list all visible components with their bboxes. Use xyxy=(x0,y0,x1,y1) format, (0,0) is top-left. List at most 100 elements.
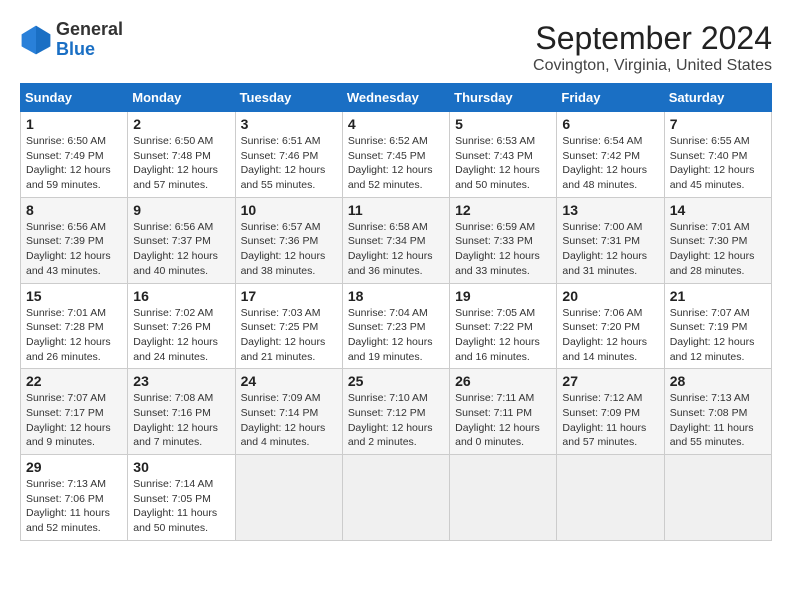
day-number: 6 xyxy=(562,116,658,132)
logo-icon xyxy=(20,24,52,56)
calendar-cell: 23Sunrise: 7:08 AM Sunset: 7:16 PM Dayli… xyxy=(128,369,235,455)
day-content: Sunrise: 7:10 AM Sunset: 7:12 PM Dayligh… xyxy=(348,391,444,450)
day-content: Sunrise: 7:14 AM Sunset: 7:05 PM Dayligh… xyxy=(133,477,229,536)
day-content: Sunrise: 6:51 AM Sunset: 7:46 PM Dayligh… xyxy=(241,134,337,193)
day-of-week-header: Wednesday xyxy=(342,84,449,112)
calendar-cell: 28Sunrise: 7:13 AM Sunset: 7:08 PM Dayli… xyxy=(664,369,771,455)
day-content: Sunrise: 7:02 AM Sunset: 7:26 PM Dayligh… xyxy=(133,306,229,365)
day-content: Sunrise: 7:13 AM Sunset: 7:06 PM Dayligh… xyxy=(26,477,122,536)
calendar-cell: 20 Sunrise: 7:06 AM Sunset: 7:20 PM Dayli… xyxy=(557,283,664,369)
calendar-cell: 14 Sunrise: 7:01 AM Sunset: 7:30 PM Dayli… xyxy=(664,197,771,283)
calendar-week-row: 15 Sunrise: 7:01 AM Sunset: 7:28 PM Dayli… xyxy=(21,283,772,369)
calendar-cell xyxy=(342,455,449,541)
day-number: 2 xyxy=(133,116,229,132)
calendar-cell: 12 Sunrise: 6:59 AM Sunset: 7:33 PM Dayli… xyxy=(450,197,557,283)
calendar-cell: 9Sunrise: 6:56 AM Sunset: 7:37 PM Daylig… xyxy=(128,197,235,283)
day-content: Sunrise: 7:13 AM Sunset: 7:08 PM Dayligh… xyxy=(670,391,766,450)
calendar-cell: 7 Sunrise: 6:55 AM Sunset: 7:40 PM Daylig… xyxy=(664,112,771,198)
day-content: Sunrise: 7:12 AM Sunset: 7:09 PM Dayligh… xyxy=(562,391,658,450)
day-content: Sunrise: 7:01 AM Sunset: 7:30 PM Dayligh… xyxy=(670,220,766,279)
day-content: Sunrise: 7:04 AM Sunset: 7:23 PM Dayligh… xyxy=(348,306,444,365)
day-content: Sunrise: 6:59 AM Sunset: 7:33 PM Dayligh… xyxy=(455,220,551,279)
calendar-cell: 17 Sunrise: 7:03 AM Sunset: 7:25 PM Dayli… xyxy=(235,283,342,369)
calendar-cell xyxy=(235,455,342,541)
calendar-cell: 4 Sunrise: 6:52 AM Sunset: 7:45 PM Daylig… xyxy=(342,112,449,198)
day-content: Sunrise: 6:56 AM Sunset: 7:39 PM Dayligh… xyxy=(26,220,122,279)
page-title: September 2024 xyxy=(533,20,772,57)
day-number: 5 xyxy=(455,116,551,132)
day-number: 16 xyxy=(133,288,229,304)
calendar-cell xyxy=(664,455,771,541)
day-number: 23 xyxy=(133,373,229,389)
page-header: General Blue September 2024 Covington, V… xyxy=(20,20,772,75)
calendar-cell: 13Sunrise: 7:00 AM Sunset: 7:31 PM Dayli… xyxy=(557,197,664,283)
day-content: Sunrise: 6:55 AM Sunset: 7:40 PM Dayligh… xyxy=(670,134,766,193)
calendar-cell: 3 Sunrise: 6:51 AM Sunset: 7:46 PM Daylig… xyxy=(235,112,342,198)
calendar-table: SundayMondayTuesdayWednesdayThursdayFrid… xyxy=(20,83,772,541)
day-of-week-header: Tuesday xyxy=(235,84,342,112)
day-number: 4 xyxy=(348,116,444,132)
day-number: 7 xyxy=(670,116,766,132)
day-content: Sunrise: 6:50 AM Sunset: 7:49 PM Dayligh… xyxy=(26,134,122,193)
calendar-cell: 19Sunrise: 7:05 AM Sunset: 7:22 PM Dayli… xyxy=(450,283,557,369)
day-number: 3 xyxy=(241,116,337,132)
calendar-cell: 27 Sunrise: 7:12 AM Sunset: 7:09 PM Dayli… xyxy=(557,369,664,455)
day-of-week-header: Sunday xyxy=(21,84,128,112)
day-number: 8 xyxy=(26,202,122,218)
day-number: 12 xyxy=(455,202,551,218)
day-number: 14 xyxy=(670,202,766,218)
calendar-cell: 11Sunrise: 6:58 AM Sunset: 7:34 PM Dayli… xyxy=(342,197,449,283)
day-number: 30 xyxy=(133,459,229,475)
day-number: 1 xyxy=(26,116,122,132)
day-of-week-header: Saturday xyxy=(664,84,771,112)
day-content: Sunrise: 7:01 AM Sunset: 7:28 PM Dayligh… xyxy=(26,306,122,365)
calendar-cell: 26Sunrise: 7:11 AM Sunset: 7:11 PM Dayli… xyxy=(450,369,557,455)
day-number: 18 xyxy=(348,288,444,304)
day-content: Sunrise: 7:07 AM Sunset: 7:19 PM Dayligh… xyxy=(670,306,766,365)
day-number: 17 xyxy=(241,288,337,304)
day-content: Sunrise: 6:54 AM Sunset: 7:42 PM Dayligh… xyxy=(562,134,658,193)
day-number: 27 xyxy=(562,373,658,389)
calendar-week-row: 8 Sunrise: 6:56 AM Sunset: 7:39 PM Daylig… xyxy=(21,197,772,283)
calendar-cell: 5 Sunrise: 6:53 AM Sunset: 7:43 PM Daylig… xyxy=(450,112,557,198)
logo: General Blue xyxy=(20,20,123,60)
day-number: 24 xyxy=(241,373,337,389)
calendar-cell: 1 Sunrise: 6:50 AM Sunset: 7:49 PM Daylig… xyxy=(21,112,128,198)
logo-text: General Blue xyxy=(56,20,123,60)
calendar-week-row: 29 Sunrise: 7:13 AM Sunset: 7:06 PM Dayli… xyxy=(21,455,772,541)
day-content: Sunrise: 6:52 AM Sunset: 7:45 PM Dayligh… xyxy=(348,134,444,193)
day-number: 15 xyxy=(26,288,122,304)
calendar-cell: 2Sunrise: 6:50 AM Sunset: 7:48 PM Daylig… xyxy=(128,112,235,198)
day-number: 13 xyxy=(562,202,658,218)
calendar-cell: 18 Sunrise: 7:04 AM Sunset: 7:23 PM Dayli… xyxy=(342,283,449,369)
day-content: Sunrise: 7:11 AM Sunset: 7:11 PM Dayligh… xyxy=(455,391,551,450)
day-content: Sunrise: 6:56 AM Sunset: 7:37 PM Dayligh… xyxy=(133,220,229,279)
day-number: 21 xyxy=(670,288,766,304)
day-content: Sunrise: 6:53 AM Sunset: 7:43 PM Dayligh… xyxy=(455,134,551,193)
calendar-header-row: SundayMondayTuesdayWednesdayThursdayFrid… xyxy=(21,84,772,112)
calendar-cell xyxy=(557,455,664,541)
title-block: September 2024 Covington, Virginia, Unit… xyxy=(533,20,772,75)
calendar-cell: 25 Sunrise: 7:10 AM Sunset: 7:12 PM Dayli… xyxy=(342,369,449,455)
day-number: 25 xyxy=(348,373,444,389)
calendar-week-row: 1 Sunrise: 6:50 AM Sunset: 7:49 PM Daylig… xyxy=(21,112,772,198)
day-content: Sunrise: 7:07 AM Sunset: 7:17 PM Dayligh… xyxy=(26,391,122,450)
calendar-cell xyxy=(450,455,557,541)
day-of-week-header: Thursday xyxy=(450,84,557,112)
day-of-week-header: Monday xyxy=(128,84,235,112)
calendar-cell: 29 Sunrise: 7:13 AM Sunset: 7:06 PM Dayli… xyxy=(21,455,128,541)
day-content: Sunrise: 7:06 AM Sunset: 7:20 PM Dayligh… xyxy=(562,306,658,365)
day-number: 10 xyxy=(241,202,337,218)
day-content: Sunrise: 6:57 AM Sunset: 7:36 PM Dayligh… xyxy=(241,220,337,279)
calendar-cell: 6 Sunrise: 6:54 AM Sunset: 7:42 PM Daylig… xyxy=(557,112,664,198)
day-content: Sunrise: 7:03 AM Sunset: 7:25 PM Dayligh… xyxy=(241,306,337,365)
day-number: 29 xyxy=(26,459,122,475)
page-subtitle: Covington, Virginia, United States xyxy=(533,57,772,75)
calendar-week-row: 22Sunrise: 7:07 AM Sunset: 7:17 PM Dayli… xyxy=(21,369,772,455)
day-number: 20 xyxy=(562,288,658,304)
day-number: 11 xyxy=(348,202,444,218)
calendar-cell: 30 Sunrise: 7:14 AM Sunset: 7:05 PM Dayli… xyxy=(128,455,235,541)
calendar-cell: 10 Sunrise: 6:57 AM Sunset: 7:36 PM Dayli… xyxy=(235,197,342,283)
day-number: 19 xyxy=(455,288,551,304)
calendar-cell: 22Sunrise: 7:07 AM Sunset: 7:17 PM Dayli… xyxy=(21,369,128,455)
